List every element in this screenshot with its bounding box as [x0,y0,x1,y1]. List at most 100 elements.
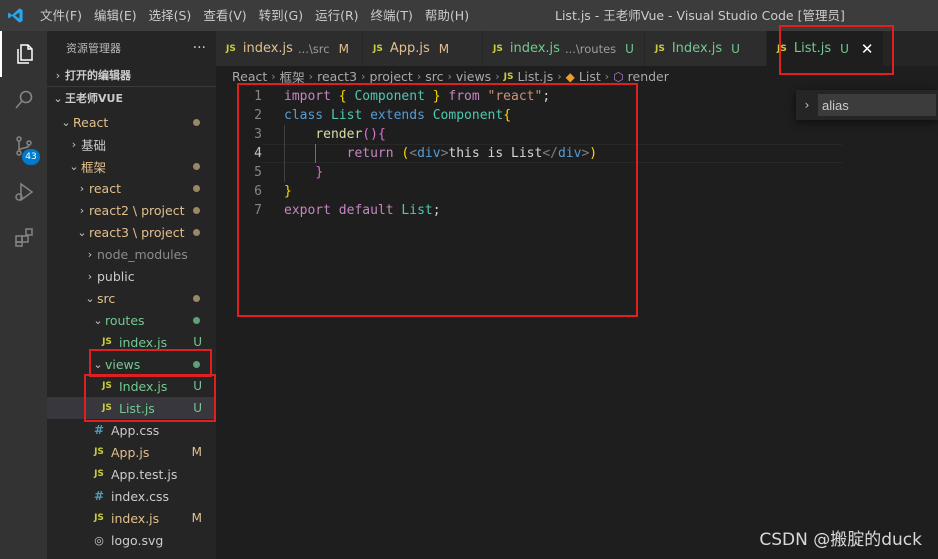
editor-tab[interactable]: JS index.js ...\src M [216,31,363,66]
code-token: { [377,127,386,142]
menu-item[interactable]: 编辑(E) [88,0,143,31]
tree-item-label: react3 \ project [89,224,185,240]
run-debug-icon[interactable] [0,169,47,215]
code-token: import [284,89,331,104]
find-input[interactable] [818,94,936,116]
tab-description: ...\routes [564,41,617,56]
tree-folder[interactable]: ⌄ routes [47,309,216,331]
more-actions-icon[interactable]: ··· [193,40,206,56]
explorer-icon[interactable] [0,31,47,77]
breadcrumb-item[interactable]: project [369,69,412,84]
breadcrumb-method[interactable]: render [628,69,669,84]
tree-file[interactable]: ◎ logo.svg [47,529,216,551]
editor-tab[interactable]: JS index.js ...\routes U [483,31,645,66]
tree-item-label: List.js [119,400,155,416]
js-file-icon: JS [777,43,787,54]
tree-item-label: node_modules [97,246,188,262]
tree-folder[interactable]: ⌄ src [47,287,216,309]
breadcrumb-item[interactable]: React [232,69,267,84]
chevron-right-icon: › [79,203,85,217]
breadcrumb-item[interactable]: views [456,69,491,84]
chevron-right-icon: › [87,269,93,283]
tab-git-status: U [625,41,634,56]
breadcrumb-item[interactable]: src [425,69,443,84]
code-token: { [503,108,512,123]
breadcrumb-file[interactable]: List.js [517,69,553,84]
git-status-dot [193,118,200,126]
js-file-icon: JS [102,337,112,347]
sidebar-header: 资源管理器 ··· [47,31,216,64]
tree-folder[interactable]: › react2 \ project [47,199,216,221]
tree-folder[interactable]: › public [47,265,216,287]
editor-tab[interactable]: JS List.js U ✕ [767,31,884,66]
menu-item[interactable]: 运行(R) [309,0,364,31]
close-icon[interactable]: ✕ [861,40,874,58]
code-token: default [338,203,394,218]
chevron-down-icon: ⌄ [85,291,95,305]
chevron-right-icon: › [55,68,61,82]
menu-item[interactable]: 选择(S) [143,0,198,31]
code-line: 5 } [216,163,816,182]
workspace-section[interactable]: ⌄ 王老师VUE [47,86,216,109]
extensions-icon[interactable] [0,215,47,261]
code-token: </ [542,146,558,161]
code-token: div [417,146,441,161]
js-file-icon: JS [226,43,236,54]
breadcrumb-item[interactable]: 框架 [280,67,305,86]
explorer-sidebar: 资源管理器 ··· › 打开的编辑器 ⌄ 王老师VUE ⌄ React › 基础 ⌄ 框架… [47,31,216,559]
tree-file[interactable]: JS index.js M [47,507,216,529]
tree-item-label: 基础 [81,137,107,153]
tree-folder[interactable]: › react [47,177,216,199]
code-token: List [330,108,363,123]
tree-item-label: App.test.js [111,466,178,482]
breadcrumb-class[interactable]: List [579,69,601,84]
sidebar-title: 资源管理器 [66,41,121,55]
menu-item[interactable]: 终端(T) [365,0,419,31]
tab-label: Index.js [671,41,723,56]
tree-folder[interactable]: ⌄ react3 \ project [47,221,216,243]
menu-item[interactable]: 转到(G) [253,0,309,31]
tree-folder[interactable]: ⌄ 框架 [47,155,216,177]
tree-file[interactable]: JS Index.js U [47,375,216,397]
tree-folder[interactable]: ⌄ React [47,111,216,133]
tree-file[interactable]: JS App.js M [47,441,216,463]
code-text: } [284,182,292,201]
code-token: ; [542,89,551,104]
menu-item[interactable]: 帮助(H) [419,0,475,31]
tree-folder[interactable]: ⌄ views [47,353,216,375]
editor-tab[interactable]: JS App.js M [363,31,483,66]
toggle-replace-icon[interactable]: › [796,98,818,112]
line-number: 6 [254,184,262,199]
tab-description: ...\src [297,41,330,56]
code-token: ; [432,203,441,218]
css-file-icon: # [93,423,105,437]
git-status-dot [193,360,200,368]
tab-label: index.js [509,41,560,56]
source-control-icon[interactable]: 43 [0,123,47,169]
menu-item[interactable]: 文件(F) [34,0,88,31]
code-token: < [409,146,418,161]
code-token: extends [370,108,425,123]
search-icon[interactable] [0,77,47,123]
breadcrumb-item[interactable]: react3 [317,69,357,84]
chevron-right-icon: › [79,181,85,195]
code-text: return (<div>this is List</div>) [284,144,597,163]
tree-folder[interactable]: › node_modules [47,243,216,265]
tree-file[interactable]: JS App.test.js [47,463,216,485]
tree-item-label: Index.js [119,378,168,394]
tree-folder[interactable]: › 基础 [47,133,216,155]
code-token: from [448,89,480,104]
tree-file[interactable]: # index.css [47,485,216,507]
menu-item[interactable]: 查看(V) [197,0,252,31]
tree-file[interactable]: JS List.js U [47,397,216,419]
tree-file[interactable]: JS index.js U [47,331,216,353]
open-editors-section[interactable]: › 打开的编辑器 [47,64,216,86]
tree-file[interactable]: # App.css [47,419,216,441]
tab-git-status: U [731,41,740,56]
code-editor[interactable]: 1 import { Component } from "react"; 2 clas… [216,87,938,559]
editor-tab[interactable]: JS Index.js U [645,31,767,66]
chevron-right-icon: › [87,247,93,261]
